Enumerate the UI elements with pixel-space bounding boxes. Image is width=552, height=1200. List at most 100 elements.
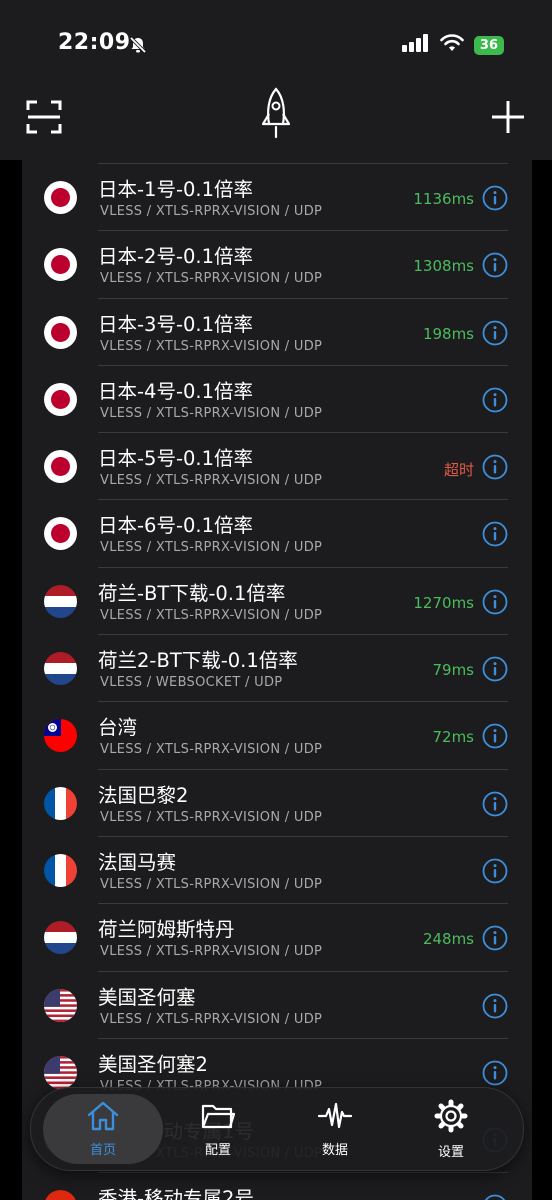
flag-hk-icon [44, 1190, 77, 1200]
flag-jp-icon [44, 450, 77, 484]
server-protocol: VLESS / XTLS-RPRX-VISION / UDP [100, 540, 323, 556]
info-icon[interactable] [482, 1194, 508, 1200]
server-name: 美国圣何塞 [98, 985, 196, 1009]
server-protocol: VLESS / XTLS-RPRX-VISION / UDP [100, 607, 323, 623]
flag-nl-icon [44, 584, 77, 618]
server-protocol: VLESS / WEBSOCKET / UDP [100, 675, 283, 691]
info-icon[interactable] [482, 656, 508, 682]
tab-home-label: 首页 [89, 1142, 116, 1158]
info-icon[interactable] [482, 723, 508, 749]
server-name: 日本-5号-0.1倍率 [98, 447, 253, 471]
info-icon[interactable] [482, 454, 508, 480]
server-name: 日本-6号-0.1倍率 [98, 514, 253, 538]
server-latency: 1308ms [413, 257, 474, 276]
server-row[interactable]: 台湾 VLESS / XTLS-RPRX-VISION / UDP 72ms [22, 702, 532, 770]
server-name: 香港-移动专属2号 [98, 1187, 254, 1200]
tab-data-label: 数据 [321, 1142, 348, 1158]
server-protocol: VLESS / XTLS-RPRX-VISION / UDP [100, 204, 323, 219]
flag-us-icon [44, 988, 77, 1022]
tab-home[interactable]: 首页 [43, 1094, 163, 1164]
cellular-icon [401, 34, 430, 56]
flag-us-icon [44, 1055, 77, 1089]
add-icon[interactable] [488, 97, 528, 137]
info-icon[interactable] [482, 589, 508, 615]
server-protocol: VLESS / XTLS-RPRX-VISION / UDP [100, 944, 323, 960]
server-row[interactable]: 荷兰-BT下载-0.1倍率 VLESS / XTLS-RPRX-VISION / … [22, 568, 532, 636]
server-latency: 248ms [422, 930, 474, 949]
server-name: 日本-4号-0.1倍率 [98, 379, 253, 403]
info-icon[interactable] [482, 791, 508, 817]
server-row[interactable]: 日本-6号-0.1倍率 VLESS / XTLS-RPRX-VISION / UD… [22, 500, 532, 568]
server-row[interactable]: 日本-2号-0.1倍率 VLESS / XTLS-RPRX-VISION / UD… [22, 231, 532, 299]
server-list[interactable]: 日本-1号-0.1倍率 VLESS / XTLS-RPRX-VISION / UD… [22, 164, 532, 1200]
server-name: 日本-1号-0.1倍率 [98, 178, 253, 201]
flag-jp-icon [44, 181, 77, 214]
server-row[interactable]: 日本-3号-0.1倍率 VLESS / XTLS-RPRX-VISION / UD… [22, 299, 532, 366]
battery-indicator: 36 [473, 35, 504, 55]
server-row[interactable]: 美国圣何塞 VLESS / XTLS-RPRX-VISION / UDP [22, 972, 532, 1039]
server-row[interactable]: 日本-4号-0.1倍率 VLESS / XTLS-RPRX-VISION / UD… [22, 366, 532, 434]
nav-bar [0, 80, 552, 160]
info-icon[interactable] [482, 1060, 508, 1086]
server-latency: 超时 [443, 461, 474, 480]
pulse-icon [317, 1101, 353, 1135]
wifi-icon [440, 34, 464, 56]
server-latency: 198ms [422, 324, 474, 343]
rocket-icon[interactable] [256, 84, 296, 148]
server-row[interactable]: 香港-移动专属2号VLESS / XTLS-RPRX-VISION / UDP [22, 1173, 532, 1200]
server-latency: 1136ms [413, 190, 474, 208]
tab-config-label: 配置 [204, 1142, 231, 1158]
server-name: 荷兰-BT下载-0.1倍率 [98, 581, 286, 605]
server-protocol: VLESS / XTLS-RPRX-VISION / UDP [100, 473, 323, 489]
bell-muted-icon [128, 35, 148, 55]
flag-jp-icon [44, 248, 77, 282]
flag-fr-icon [44, 853, 77, 887]
info-icon[interactable] [482, 320, 508, 346]
flag-nl-icon [44, 652, 77, 686]
server-name: 日本-2号-0.1倍率 [98, 245, 253, 269]
server-latency: 72ms [432, 728, 474, 747]
server-latency: 1270ms [413, 593, 474, 612]
flag-tw-icon [44, 719, 77, 753]
scan-icon[interactable] [24, 97, 64, 137]
server-name: 台湾 [98, 716, 138, 740]
server-protocol: VLESS / XTLS-RPRX-VISION / UDP [100, 1011, 323, 1027]
server-protocol: VLESS / XTLS-RPRX-VISION / UDP [100, 271, 323, 287]
server-name: 美国圣何塞2 [98, 1052, 208, 1076]
server-name: 日本-3号-0.1倍率 [98, 312, 253, 336]
tab-settings-label: 设置 [437, 1144, 464, 1160]
info-icon[interactable] [482, 252, 508, 278]
tab-bar: 首页 配置 数据 设置 [30, 1087, 524, 1171]
home-icon [86, 1101, 120, 1135]
server-latency: 79ms [432, 661, 474, 680]
server-protocol: VLESS / XTLS-RPRX-VISION / UDP [100, 405, 323, 421]
gear-icon [434, 1099, 468, 1137]
info-icon[interactable] [482, 521, 508, 547]
flag-jp-icon [44, 517, 77, 551]
folder-icon [201, 1101, 236, 1135]
info-icon[interactable] [482, 925, 508, 951]
tab-data[interactable]: 数据 [275, 1094, 395, 1164]
server-name: 荷兰2-BT下载-0.1倍率 [98, 649, 298, 673]
info-icon[interactable] [482, 858, 508, 884]
server-protocol: VLESS / XTLS-RPRX-VISION / UDP [100, 876, 323, 892]
server-row[interactable]: 日本-1号-0.1倍率 VLESS / XTLS-RPRX-VISION / UD… [22, 164, 532, 232]
server-row[interactable]: 日本-5号-0.1倍率 VLESS / XTLS-RPRX-VISION / UD… [22, 433, 532, 501]
info-icon[interactable] [482, 387, 508, 413]
server-row[interactable]: 法国马赛 VLESS / XTLS-RPRX-VISION / UDP [22, 837, 532, 905]
status-time: 22:09 [58, 30, 131, 55]
server-name: 法国马赛 [98, 850, 177, 874]
server-row[interactable]: 法国巴黎2 VLESS / XTLS-RPRX-VISION / UDP [22, 770, 532, 837]
info-icon[interactable] [482, 993, 508, 1019]
flag-jp-icon [44, 382, 77, 416]
server-row[interactable]: 荷兰阿姆斯特丹 VLESS / XTLS-RPRX-VISION / UDP 248… [22, 904, 532, 972]
server-row[interactable]: 荷兰2-BT下载-0.1倍率 VLESS / WEBSOCKET / UDP 79m… [22, 635, 532, 703]
status-bar: 22:09 36 [0, 0, 552, 80]
server-protocol: VLESS / XTLS-RPRX-VISION / UDP [100, 742, 323, 758]
server-protocol: VLESS / XTLS-RPRX-VISION / UDP [100, 809, 323, 825]
tab-config[interactable]: 配置 [158, 1094, 278, 1164]
server-name: 法国巴黎2 [98, 783, 189, 807]
tab-settings[interactable]: 设置 [391, 1094, 511, 1164]
info-icon[interactable] [482, 185, 508, 211]
server-protocol: VLESS / XTLS-RPRX-VISION / UDP [100, 338, 323, 354]
